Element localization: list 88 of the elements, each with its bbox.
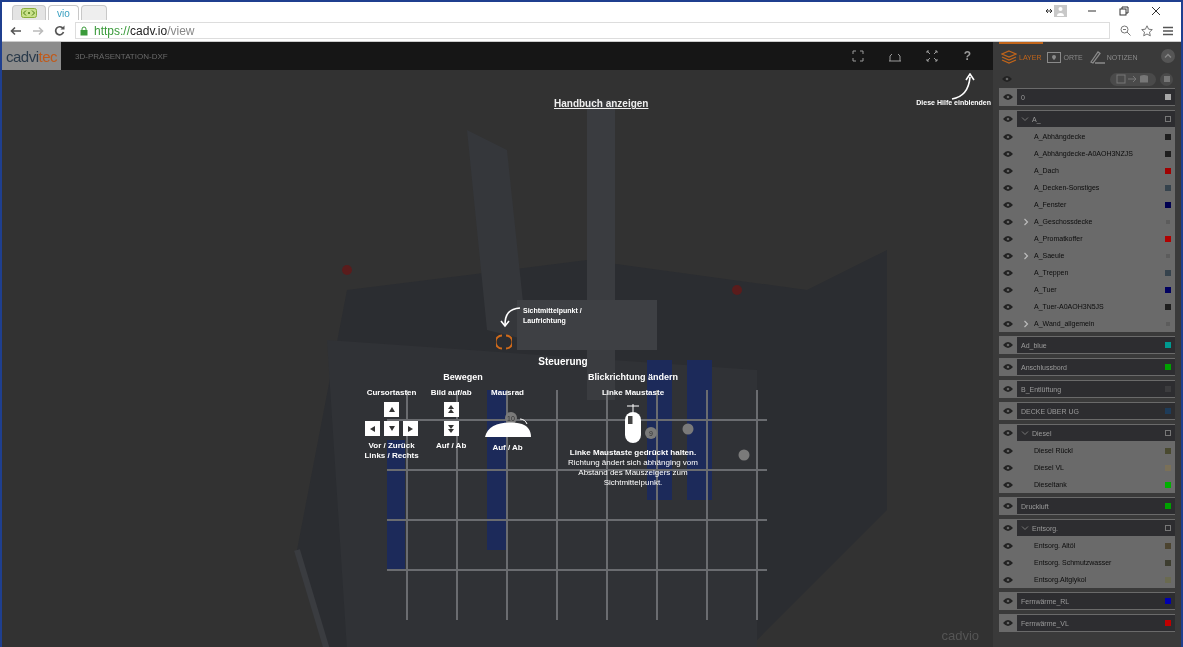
browser-tab[interactable] xyxy=(12,5,46,20)
help-button[interactable]: ? xyxy=(959,49,975,63)
zoom-icon[interactable] xyxy=(1120,25,1131,36)
code-icon xyxy=(21,8,37,18)
eye-icon[interactable] xyxy=(1003,342,1013,348)
frame-corners-icon[interactable] xyxy=(851,50,864,62)
star-icon[interactable] xyxy=(1141,24,1153,37)
up-key-icon xyxy=(384,402,400,417)
folder-swatch-icon xyxy=(1165,525,1171,531)
eye-icon[interactable] xyxy=(1003,525,1013,531)
eye-icon[interactable] xyxy=(1003,481,1013,488)
eye-icon[interactable] xyxy=(1003,542,1013,549)
app-logo: cadvitec xyxy=(2,42,62,70)
instruction-text: Linke Maustaste gedrückt halten. Richtung ändert sich abhänging vom Abstand des Mauszeigers zum Sichtmittelpunkt. xyxy=(567,448,699,488)
eye-icon[interactable] xyxy=(1003,235,1013,242)
control-caption: Auf / Ab xyxy=(435,441,467,451)
menu-icon[interactable] xyxy=(1163,25,1173,36)
folder-swatch-icon xyxy=(1165,430,1171,436)
cube-to-database-icon xyxy=(1116,74,1150,84)
eye-icon[interactable] xyxy=(1003,620,1013,626)
control-label: Cursortasten xyxy=(366,388,417,397)
eye-icon[interactable] xyxy=(1003,364,1013,370)
convert-to-layer-button[interactable] xyxy=(1110,72,1156,86)
eye-icon[interactable] xyxy=(1003,447,1013,454)
eye-icon[interactable] xyxy=(1003,386,1013,392)
chevron-right-icon[interactable] xyxy=(1022,217,1030,226)
section-heading: Bewegen xyxy=(442,372,483,382)
layers-icon xyxy=(1001,50,1017,64)
control-label: Bild auf/ab xyxy=(430,388,472,397)
eye-icon[interactable] xyxy=(1003,167,1013,174)
eye-icon[interactable] xyxy=(1003,116,1013,122)
eye-icon[interactable] xyxy=(1003,320,1013,327)
user-icon[interactable] xyxy=(1045,5,1067,17)
mouse-wheel-icon xyxy=(483,416,532,438)
eye-icon[interactable] xyxy=(1003,94,1013,100)
eye-icon[interactable] xyxy=(1003,464,1013,471)
control-label: Linke Maustaste xyxy=(601,388,665,397)
chevron-down-icon[interactable] xyxy=(1021,115,1029,123)
section-heading: Blickrichtung ändern xyxy=(588,372,678,382)
eye-icon[interactable] xyxy=(1003,133,1013,140)
control-caption: Auf / Ab xyxy=(492,443,523,453)
chevron-right-icon[interactable] xyxy=(1022,251,1030,260)
pivot-ring-icon xyxy=(496,334,512,350)
square-icon xyxy=(1163,76,1170,82)
marker-icon[interactable] xyxy=(738,449,750,461)
eye-icon[interactable] xyxy=(1003,286,1013,293)
control-caption: Vor / Zurück Links / Rechts xyxy=(364,441,419,461)
back-arrow-icon[interactable] xyxy=(10,25,22,36)
eye-icon[interactable] xyxy=(1003,184,1013,191)
restore-icon[interactable] xyxy=(1119,6,1129,16)
close-button[interactable] xyxy=(1160,72,1173,86)
eye-icon[interactable] xyxy=(1003,252,1013,259)
reload-icon[interactable] xyxy=(54,25,65,36)
eye-icon[interactable] xyxy=(1003,559,1013,566)
close-icon[interactable] xyxy=(1151,6,1161,16)
caret-up-icon[interactable] xyxy=(1161,49,1175,63)
eye-icon[interactable] xyxy=(1003,408,1013,414)
eye-icon[interactable] xyxy=(1003,503,1013,509)
new-tab-button[interactable] xyxy=(80,5,107,20)
left-key-icon xyxy=(365,421,381,436)
lock-icon xyxy=(80,25,88,36)
document-title: 3D-PRÄSENTATION-DXF xyxy=(75,51,168,61)
map-pin-icon xyxy=(1047,51,1062,63)
marker-icon[interactable] xyxy=(682,423,694,435)
eye-icon[interactable] xyxy=(1003,201,1013,208)
chevron-down-icon[interactable] xyxy=(1021,524,1029,532)
manual-link[interactable]: Handbuch anzeigen xyxy=(554,98,649,109)
pencil-icon xyxy=(1088,50,1105,64)
right-key-icon xyxy=(403,421,419,436)
eye-icon[interactable] xyxy=(1003,430,1013,436)
eye-icon[interactable] xyxy=(1003,150,1013,157)
down-key-icon xyxy=(384,421,400,436)
folder-swatch-icon xyxy=(1165,116,1171,122)
eye-icon[interactable] xyxy=(1003,598,1013,604)
chevron-right-icon[interactable] xyxy=(1022,319,1030,328)
controls-heading: Steuerung xyxy=(537,356,589,367)
curved-arrow-icon xyxy=(499,306,521,328)
eye-icon[interactable] xyxy=(1003,269,1013,276)
eye-icon[interactable] xyxy=(1002,76,1012,82)
fullscreen-icon[interactable] xyxy=(925,50,938,62)
control-label: Mausrad xyxy=(491,388,524,397)
eye-icon[interactable] xyxy=(1003,303,1013,310)
forward-arrow-icon[interactable] xyxy=(32,25,44,36)
chevron-down-icon[interactable] xyxy=(1021,429,1029,437)
address-field[interactable]: https://cadv.io/view xyxy=(75,22,1110,39)
browser-tab[interactable]: vio xyxy=(48,5,79,20)
eye-icon[interactable] xyxy=(1003,218,1013,225)
eye-icon[interactable] xyxy=(1003,576,1013,583)
